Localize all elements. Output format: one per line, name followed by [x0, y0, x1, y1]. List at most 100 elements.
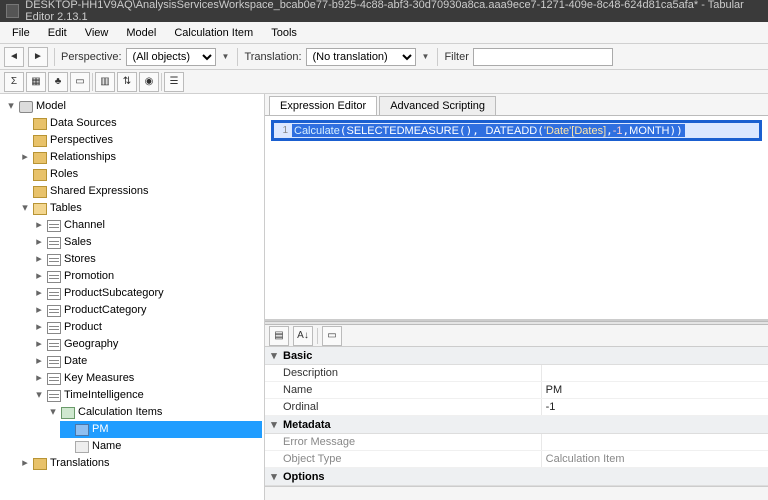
tree-name-col[interactable]: Name: [92, 438, 121, 455]
prop-ordinal[interactable]: Ordinal: [265, 399, 542, 415]
cat-metadata[interactable]: ▾Metadata: [265, 416, 768, 434]
cat-options[interactable]: ▾Options: [265, 468, 768, 486]
eye-icon[interactable]: ◉: [139, 72, 159, 92]
prop-ordinal-value[interactable]: -1: [542, 399, 768, 415]
tree-table-item[interactable]: Stores: [64, 251, 96, 268]
menu-view[interactable]: View: [77, 25, 117, 41]
editor-tabs: Expression Editor Advanced Scripting: [265, 94, 768, 116]
translation-dropdown-icon[interactable]: ▼: [420, 52, 432, 61]
expander-icon[interactable]: ▸: [34, 285, 44, 302]
expander-icon[interactable]: ▸: [34, 234, 44, 251]
table-icon: [47, 356, 61, 368]
tree-roles[interactable]: Roles: [50, 166, 78, 183]
tree-table-item[interactable]: Key Measures: [64, 370, 134, 387]
expander-icon[interactable]: ▸: [20, 149, 30, 166]
prop-name[interactable]: Name: [265, 382, 542, 398]
filter-label: Filter: [444, 51, 468, 63]
filter-input[interactable]: [473, 48, 613, 66]
tree-data-sources[interactable]: Data Sources: [50, 115, 117, 132]
sort-az-icon[interactable]: A↓: [293, 326, 313, 346]
tree-table-item[interactable]: Geography: [64, 336, 118, 353]
tree-calc-items[interactable]: Calculation Items: [78, 404, 162, 421]
code-highlight-box: 1 Calculate(SELECTEDMEASURE(), DATEADD('…: [271, 120, 762, 141]
cat-basic[interactable]: ▾Basic: [265, 347, 768, 365]
nav-back-button[interactable]: ◄: [4, 47, 24, 67]
expander-icon[interactable]: ▸: [34, 268, 44, 285]
expander-icon[interactable]: ▸: [34, 217, 44, 234]
table-icon: [47, 254, 61, 266]
column-icon[interactable]: ▦: [26, 72, 46, 92]
code-text[interactable]: Calculate(SELECTEDMEASURE(), DATEADD('Da…: [292, 124, 685, 137]
tree-table-item[interactable]: ProductSubcategory: [64, 285, 164, 302]
tree-timeintelligence[interactable]: TimeIntelligence: [64, 387, 144, 404]
expander-icon[interactable]: ▸: [34, 370, 44, 387]
expander-icon[interactable]: ▾: [34, 387, 44, 404]
tree-root[interactable]: Model: [36, 98, 66, 115]
sort-icon[interactable]: ⇅: [117, 72, 137, 92]
grid-icon[interactable]: ▥: [95, 72, 115, 92]
prop-name-value[interactable]: PM: [542, 382, 768, 398]
expander-icon[interactable]: ▾: [48, 404, 58, 421]
folder-icon: [33, 169, 47, 181]
tree-table-item[interactable]: Sales: [64, 234, 92, 251]
menu-edit[interactable]: Edit: [40, 25, 75, 41]
menubar: File Edit View Model Calculation Item To…: [0, 22, 768, 44]
tree-table-item[interactable]: Promotion: [64, 268, 114, 285]
property-pages-icon[interactable]: ▭: [322, 326, 342, 346]
tree-table-item[interactable]: ProductCategory: [64, 302, 147, 319]
prop-object-type-value: Calculation Item: [542, 451, 768, 467]
hierarchy-icon[interactable]: ♣: [48, 72, 68, 92]
table-icon: [47, 390, 61, 402]
tree-pm[interactable]: PM: [92, 421, 109, 438]
tree-shared-expr[interactable]: Shared Expressions: [50, 183, 148, 200]
expression-editor[interactable]: 1 Calculate(SELECTEDMEASURE(), DATEADD('…: [265, 116, 768, 321]
folder-icon: [33, 186, 47, 198]
tree-perspectives[interactable]: Perspectives: [50, 132, 113, 149]
menu-calc-item[interactable]: Calculation Item: [166, 25, 261, 41]
tab-advanced-scripting[interactable]: Advanced Scripting: [379, 96, 496, 115]
sigma-icon[interactable]: Σ: [4, 72, 24, 92]
expander-icon[interactable]: ▾: [20, 200, 30, 217]
tree-tables[interactable]: Tables: [50, 200, 82, 217]
menu-file[interactable]: File: [4, 25, 38, 41]
nav-fwd-button[interactable]: ►: [28, 47, 48, 67]
props-description-bar: [265, 486, 768, 500]
categorize-icon[interactable]: ▤: [269, 326, 289, 346]
table-icon: [47, 305, 61, 317]
expander-icon[interactable]: ▸: [34, 353, 44, 370]
props-toolbar: ▤ A↓ ▭: [265, 325, 768, 347]
expander-icon[interactable]: ▸: [34, 251, 44, 268]
window-title: DESKTOP-HH1V9AQ\AnalysisServicesWorkspac…: [25, 0, 762, 23]
menu-model[interactable]: Model: [118, 25, 164, 41]
property-grid: ▤ A↓ ▭ ▾Basic Description NamePM Ordinal…: [265, 325, 768, 500]
prop-description[interactable]: Description: [265, 365, 542, 381]
tree-table-item[interactable]: Product: [64, 319, 102, 336]
folder-icon: [33, 118, 47, 130]
prop-error-message[interactable]: Error Message: [265, 434, 542, 450]
expander-icon[interactable]: ▾: [6, 98, 16, 115]
tree-table-item[interactable]: Channel: [64, 217, 105, 234]
table-icon: [47, 220, 61, 232]
tree-relationships[interactable]: Relationships: [50, 149, 116, 166]
expander-icon[interactable]: ▸: [34, 319, 44, 336]
translation-select[interactable]: (No translation): [306, 48, 416, 66]
right-pane: Expression Editor Advanced Scripting 1 C…: [265, 94, 768, 500]
filter-toggle-icon[interactable]: ☰: [164, 72, 184, 92]
table-icon: [47, 271, 61, 283]
tab-expression-editor[interactable]: Expression Editor: [269, 96, 377, 115]
folder-icon[interactable]: ▭: [70, 72, 90, 92]
menu-tools[interactable]: Tools: [263, 25, 305, 41]
model-tree[interactable]: ▾ Model Data Sources Perspectives ▸ Relati…: [0, 94, 265, 500]
perspective-select[interactable]: (All objects): [126, 48, 216, 66]
expander-icon[interactable]: ▸: [34, 302, 44, 319]
app-icon: [6, 4, 19, 18]
prop-object-type[interactable]: Object Type: [265, 451, 542, 467]
folder-icon: [33, 458, 47, 470]
folder-icon: [33, 152, 47, 164]
perspective-dropdown-icon[interactable]: ▼: [220, 52, 232, 61]
tree-translations[interactable]: Translations: [50, 455, 110, 472]
props-rows[interactable]: ▾Basic Description NamePM Ordinal-1 ▾Met…: [265, 347, 768, 486]
expander-icon[interactable]: ▸: [20, 455, 30, 472]
expander-icon[interactable]: ▸: [34, 336, 44, 353]
tree-table-item[interactable]: Date: [64, 353, 87, 370]
